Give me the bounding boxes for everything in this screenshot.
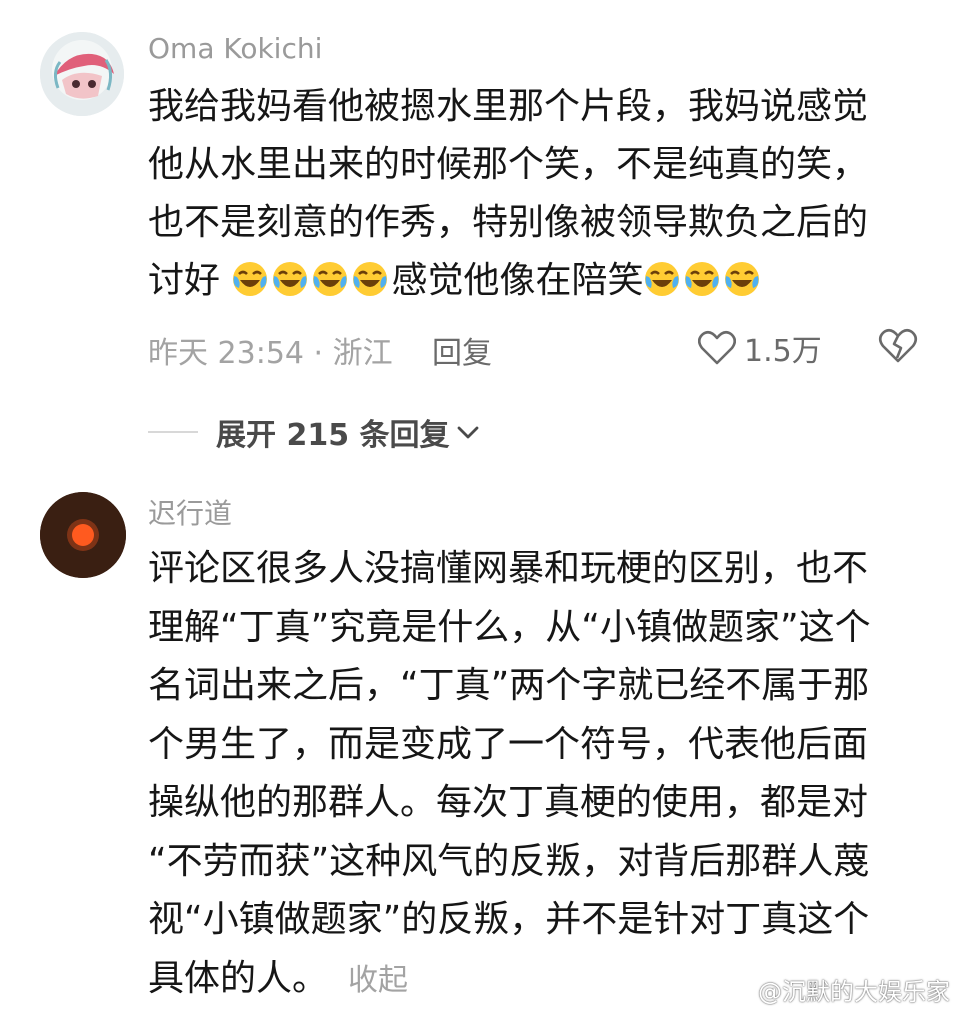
laughing-crying-emoji-icon <box>645 262 680 296</box>
weibo-logo-icon <box>722 979 750 1002</box>
expand-replies-label: 展开 215 条回复 <box>216 418 450 453</box>
comment-line-last: 讨好 感觉他像在陪笑 <box>148 252 918 310</box>
laughing-crying-emoji-icon <box>233 262 268 296</box>
watermark: @沉默的大娱乐家 <box>722 972 950 1007</box>
dislike-button[interactable] <box>878 328 918 368</box>
comment-line: 也不是刻意的作秀，特别像被领导欺负之后的 <box>148 202 869 243</box>
comment-line: 名词出来之后，“丁真”两个字就已经不属于那 <box>148 665 870 706</box>
laughing-crying-emoji-icon <box>313 262 348 296</box>
chevron-down-icon <box>457 426 478 439</box>
expand-replies-button[interactable]: 展开 215 条回复 <box>148 410 482 454</box>
text-fragment: 讨好 <box>148 260 221 301</box>
laughing-crying-emoji-icon <box>685 262 720 296</box>
comment-line: 个男生了，而是变成了一个符号，代表他后面 <box>148 723 869 765</box>
like-button[interactable]: 1.5万 <box>698 326 822 370</box>
broken-heart-icon <box>878 328 918 363</box>
text-fragment: 具体的人。 <box>148 957 329 999</box>
comment-line: 视“小镇做题家”的反叛，并不是针对丁真这个 <box>148 899 870 940</box>
comment-line: 他从水里出来的时候那个笑，不是纯真的笑， <box>148 144 869 185</box>
username[interactable]: 迟行道 <box>148 492 232 532</box>
avatar-image-icon <box>40 492 126 578</box>
comment-text: 评论区很多人没搞懂网暴和玩梗的区别，也不 理解“丁真”究竟是什么，从“小镇做题家… <box>148 540 918 1010</box>
watermark-text: @沉默的大娱乐家 <box>758 978 950 1006</box>
avatar[interactable] <box>40 32 124 116</box>
comment-line: “不劳而获”这种风气的反叛，对背后那群人蔑 <box>148 840 870 882</box>
divider <box>148 431 198 433</box>
avatar[interactable] <box>40 492 126 578</box>
heart-icon <box>698 330 736 365</box>
username[interactable]: Oma Kokichi <box>148 32 322 65</box>
laughing-crying-emoji-icon <box>353 262 388 296</box>
comment-line: 理解“丁真”究竟是什么，从“小镇做题家”这个 <box>148 606 871 648</box>
comment-text: 我给我妈看他被摁水里那个片段，我妈说感觉 他从水里出来的时候那个笑，不是纯真的笑… <box>148 78 918 310</box>
comment-line: 评论区很多人没搞懂网暴和玩梗的区别，也不 <box>148 548 869 589</box>
like-count: 1.5万 <box>744 334 822 369</box>
text-fragment: 感觉他像在陪笑 <box>391 260 644 301</box>
comment-meta: 昨天 23:54 · 浙江 <box>148 336 393 371</box>
comment-line: 我给我妈看他被摁水里那个片段，我妈说感觉 <box>148 86 869 127</box>
collapse-button[interactable]: 收起 <box>348 963 408 998</box>
laughing-crying-emoji-icon <box>725 262 760 296</box>
comment-line: 操纵他的那群人。每次丁真梗的使用，都是对 <box>148 782 869 823</box>
reply-button[interactable]: 回复 <box>432 328 492 372</box>
laughing-crying-emoji-icon <box>273 262 308 296</box>
avatar-image-icon <box>40 32 124 116</box>
